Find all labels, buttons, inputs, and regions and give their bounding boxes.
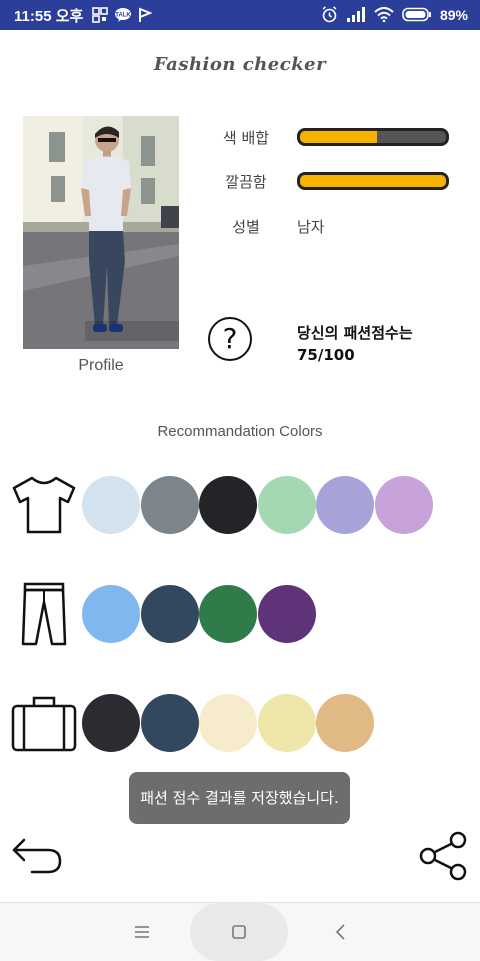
color-swatch-pants-1[interactable] bbox=[82, 585, 140, 643]
neatness-fill bbox=[300, 175, 446, 187]
neatness-bar bbox=[297, 172, 449, 190]
tshirt-icon bbox=[10, 472, 78, 540]
gender-label: 성별 bbox=[232, 218, 260, 236]
color-swatch-shirt-1[interactable] bbox=[82, 476, 140, 534]
color-swatch-bag-4[interactable] bbox=[257, 694, 316, 752]
app-title: Fashion checker bbox=[153, 54, 327, 75]
color-swatch-pants-4[interactable] bbox=[257, 585, 316, 643]
color-swatch-bag-1[interactable] bbox=[82, 694, 140, 752]
neatness-label: 깔끔함 bbox=[225, 173, 267, 191]
color-swatch-bag-3[interactable] bbox=[199, 694, 257, 752]
talk-icon: TALK bbox=[115, 8, 131, 22]
menu-icon[interactable] bbox=[130, 920, 154, 944]
color-swatch-shirt-6[interactable] bbox=[374, 476, 433, 534]
profile-photo[interactable] bbox=[23, 116, 179, 349]
svg-text:TALK: TALK bbox=[115, 13, 131, 19]
status-time: 11:55 오후 bbox=[14, 8, 84, 25]
color-swatch-shirt-4[interactable] bbox=[257, 476, 316, 534]
gender-value: 남자 bbox=[297, 218, 325, 236]
color-swatch-shirt-2[interactable] bbox=[140, 476, 199, 534]
home-icon[interactable] bbox=[227, 920, 251, 944]
color-swatch-shirt-3[interactable] bbox=[199, 476, 257, 534]
wifi-icon bbox=[374, 7, 394, 22]
toast-message: 패션 점수 결과를 저장했습니다. bbox=[129, 772, 350, 824]
battery-icon bbox=[402, 7, 431, 22]
share-button[interactable] bbox=[418, 830, 468, 882]
qr-icon bbox=[92, 7, 108, 23]
bag-icon bbox=[10, 692, 78, 760]
score-text: 당신의 패션점수는 75/100 bbox=[297, 322, 447, 366]
back-nav-icon[interactable] bbox=[329, 920, 353, 944]
share-icon bbox=[419, 831, 467, 881]
profile-photo-image bbox=[23, 116, 179, 349]
color-swatch-pants-2[interactable] bbox=[140, 585, 199, 643]
recommendation-title: Recommandation Colors bbox=[157, 423, 323, 440]
back-button[interactable] bbox=[10, 834, 66, 878]
score-value: 75/100 bbox=[297, 346, 355, 364]
back-arrow-icon bbox=[12, 838, 62, 874]
signal-icon bbox=[346, 7, 365, 22]
navigation-bar bbox=[0, 902, 480, 961]
score-caption: 당신의 패션점수는 bbox=[297, 324, 413, 342]
pants-icon bbox=[10, 580, 78, 648]
help-button[interactable]: ? bbox=[208, 317, 252, 361]
color-combination-label: 색 배합 bbox=[222, 129, 270, 147]
color-swatch-pants-3[interactable] bbox=[199, 585, 257, 643]
notification-icons: TALK bbox=[92, 7, 152, 23]
status-bar: 11:55 오후 TALK 89% bbox=[0, 0, 480, 30]
battery-percent: 89% bbox=[439, 6, 468, 23]
status-right: 89% bbox=[321, 6, 468, 23]
flag-icon bbox=[139, 7, 152, 22]
alarm-icon bbox=[322, 6, 337, 23]
color-swatch-bag-2[interactable] bbox=[140, 694, 199, 752]
color-swatch-shirt-5[interactable] bbox=[316, 476, 374, 534]
color-combination-bar bbox=[297, 128, 449, 146]
color-combination-fill bbox=[300, 131, 378, 143]
profile-label: Profile bbox=[78, 357, 124, 374]
color-swatch-bag-5[interactable] bbox=[316, 694, 374, 752]
